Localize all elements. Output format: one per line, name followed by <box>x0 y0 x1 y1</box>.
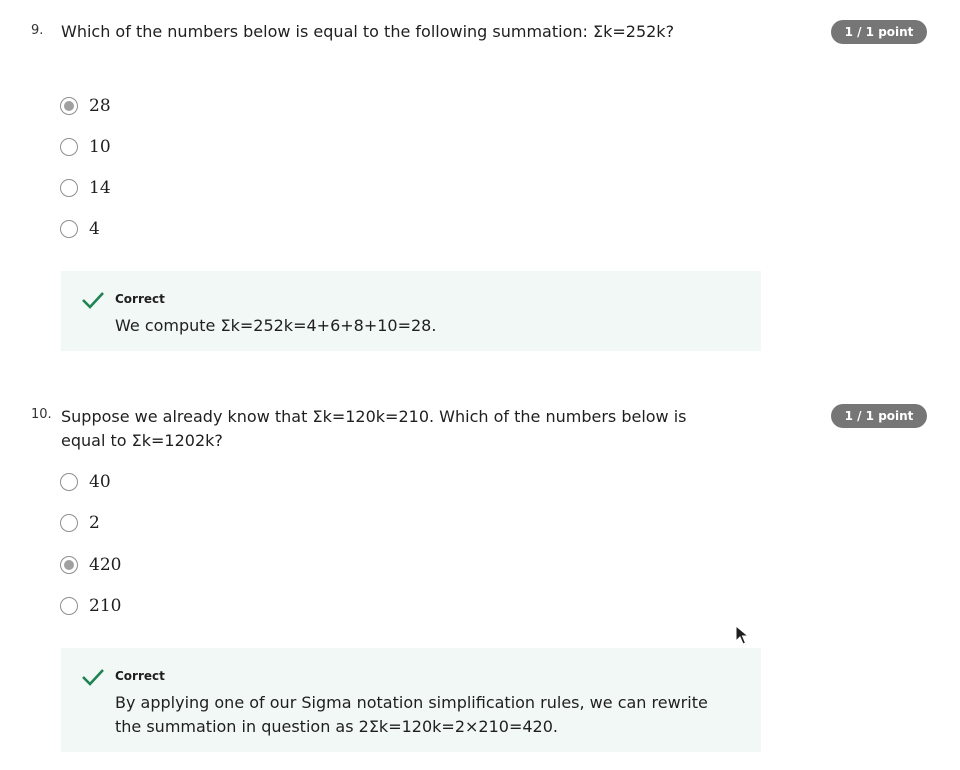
points-badge: 1 / 1 point <box>831 404 927 428</box>
radio-button[interactable] <box>60 514 78 532</box>
option-label: 210 <box>89 596 122 616</box>
radio-button[interactable] <box>60 556 78 574</box>
answer-option[interactable]: 2 <box>60 511 100 535</box>
option-label: 2 <box>89 513 100 533</box>
feedback-box: Correct We compute Σk=252k=4+6+8+10=28. <box>61 271 761 351</box>
question-number: 9. <box>31 23 44 38</box>
question-text: Suppose we already know that Σk=120k=210… <box>61 407 687 450</box>
points-badge: 1 / 1 point <box>831 20 927 44</box>
radio-button[interactable] <box>60 138 78 156</box>
option-label: 28 <box>89 96 111 116</box>
option-label: 40 <box>89 472 111 492</box>
radio-button[interactable] <box>60 597 78 615</box>
feedback-title: Correct <box>115 669 165 683</box>
radio-button[interactable] <box>60 220 78 238</box>
radio-selected-dot <box>64 101 74 111</box>
feedback-box: Correct By applying one of our Sigma not… <box>61 648 761 752</box>
answer-option[interactable]: 420 <box>60 553 121 577</box>
option-label: 10 <box>89 137 111 157</box>
radio-selected-dot <box>64 560 74 570</box>
answer-option[interactable]: 28 <box>60 94 111 118</box>
mouse-cursor-icon <box>735 625 749 645</box>
feedback-title: Correct <box>115 292 165 306</box>
question-number: 10. <box>31 407 52 422</box>
option-label: 14 <box>89 178 111 198</box>
answer-option[interactable]: 40 <box>60 470 111 494</box>
radio-button[interactable] <box>60 179 78 197</box>
option-label: 420 <box>89 555 122 575</box>
answer-option[interactable]: 4 <box>60 217 100 241</box>
check-icon <box>82 669 104 686</box>
check-icon <box>82 292 104 309</box>
answer-option[interactable]: 10 <box>60 135 111 159</box>
feedback-text: We compute Σk=252k=4+6+8+10=28. <box>115 316 437 335</box>
radio-button[interactable] <box>60 97 78 115</box>
question-text: Which of the numbers below is equal to t… <box>61 22 675 41</box>
radio-button[interactable] <box>60 473 78 491</box>
option-label: 4 <box>89 219 100 239</box>
answer-option[interactable]: 14 <box>60 176 111 200</box>
feedback-text: By applying one of our Sigma notation si… <box>115 693 708 736</box>
answer-option[interactable]: 210 <box>60 594 121 618</box>
